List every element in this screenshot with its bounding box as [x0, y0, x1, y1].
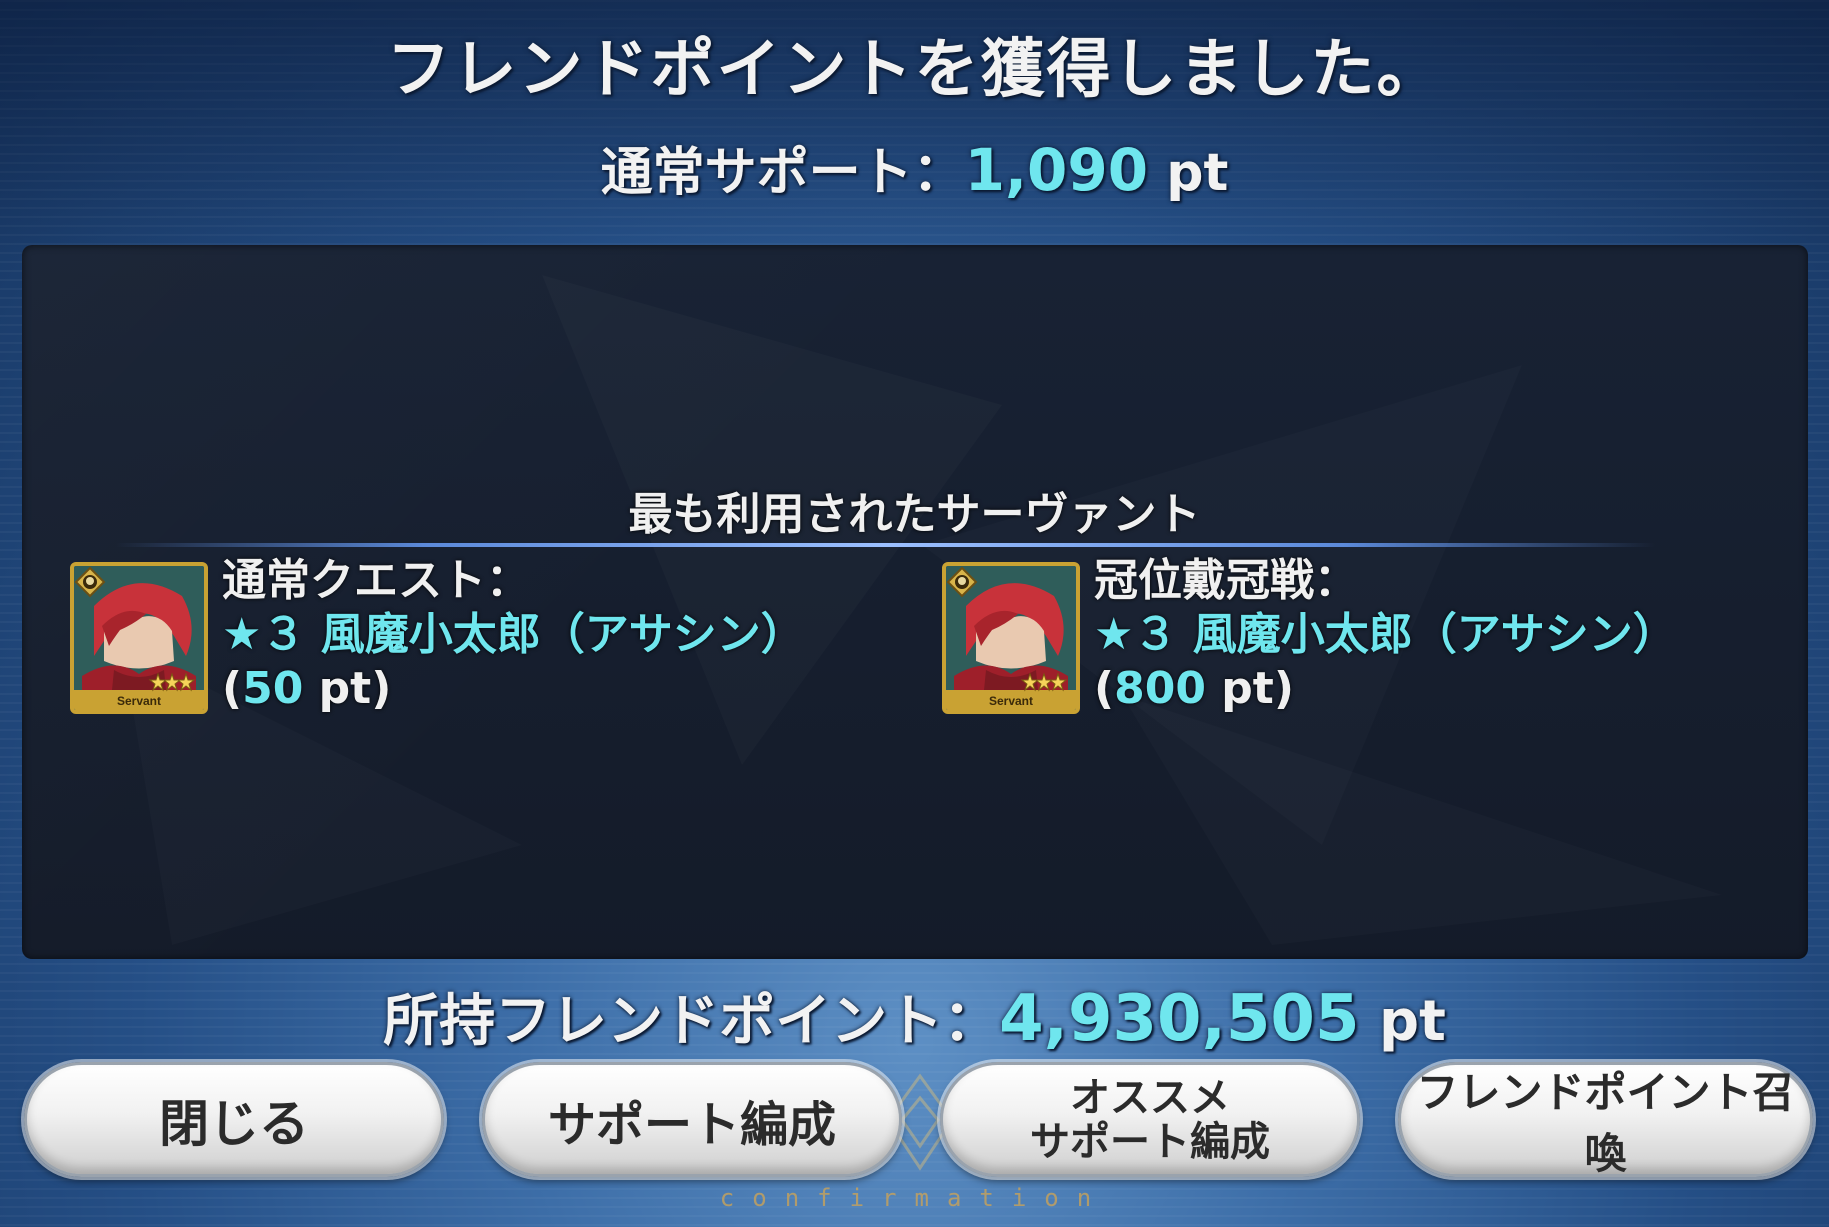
owned-points-unit: pt	[1378, 989, 1446, 1054]
button-bar: 閉じる サポート編成 オススメ サポート編成 フレンドポイント召喚	[0, 1062, 1829, 1182]
entry-text-block: 通常クエスト： ★３ 風魔小太郎（アサシン） (50 pt)	[222, 554, 805, 716]
entry-points: (800 pt)	[1094, 663, 1294, 714]
recommend-label-line2: サポート編成	[1030, 1118, 1270, 1165]
normal-support-points: 通常サポート：1,090 pt	[0, 130, 1829, 205]
servant-name: ★３ 風魔小太郎（アサシン）	[1094, 609, 1677, 660]
most-used-entry-normal-quest: Servant 通常クエスト： ★３ 風魔小太郎（アサシン） (50 pt)	[70, 555, 870, 717]
page-title: フレンドポイントを獲得しました。	[386, 33, 1443, 107]
friend-point-summon-label: フレンドポイント召喚	[1416, 1067, 1795, 1178]
entry-text-block: 冠位戴冠戦： ★３ 風魔小太郎（アサシン） (800 pt)	[1094, 554, 1677, 716]
servant-name: ★３ 風魔小太郎（アサシン）	[222, 609, 805, 660]
servant-icon[interactable]: Servant	[70, 562, 208, 714]
owned-friend-points: 所持フレンドポイント：4,930,505 pt	[0, 976, 1829, 1057]
quest-category-label: 通常クエスト：	[222, 555, 530, 606]
heading-divider	[115, 543, 1655, 547]
normal-support-label: 通常サポート：	[600, 143, 965, 203]
quest-category-label: 冠位戴冠戦：	[1094, 555, 1358, 606]
close-button[interactable]: 閉じる	[24, 1062, 444, 1177]
entry-points: (50 pt)	[222, 663, 392, 714]
recommended-support-formation-button[interactable]: オススメ サポート編成	[940, 1062, 1360, 1177]
servant-icon-label: Servant	[117, 694, 161, 708]
servant-icon-label: Servant	[989, 694, 1033, 708]
servant-icon[interactable]: Servant	[942, 562, 1080, 714]
confirmation-footer: confirmation	[719, 1184, 1110, 1212]
entry-points-value: 800	[1114, 663, 1206, 714]
close-button-label: 閉じる	[159, 1094, 309, 1153]
recommend-label-line1: オススメ	[1070, 1074, 1230, 1121]
normal-support-value: 1,090	[964, 136, 1149, 204]
most-used-entry-grand-coronation: Servant 冠位戴冠戦： ★３ 風魔小太郎（アサシン） (800 pt)	[942, 555, 1792, 717]
support-formation-label: サポート編成	[547, 1096, 836, 1153]
three-star-rarity-icon: Servant	[946, 672, 1076, 710]
three-star-rarity-icon: Servant	[74, 672, 204, 710]
owned-points-label: 所持フレンドポイント：	[383, 989, 1000, 1054]
friend-point-summon-button[interactable]: フレンドポイント召喚	[1398, 1062, 1813, 1178]
most-used-servant-heading: 最も利用されたサーヴァント	[628, 489, 1201, 540]
friend-point-result-screen: フレンドポイントを獲得しました。 通常サポート：1,090 pt 最も利用された…	[0, 0, 1829, 1227]
owned-points-value: 4,930,505	[999, 982, 1360, 1056]
normal-support-unit: pt	[1166, 143, 1229, 203]
entry-points-value: 50	[242, 663, 304, 714]
support-formation-button[interactable]: サポート編成	[482, 1062, 902, 1177]
